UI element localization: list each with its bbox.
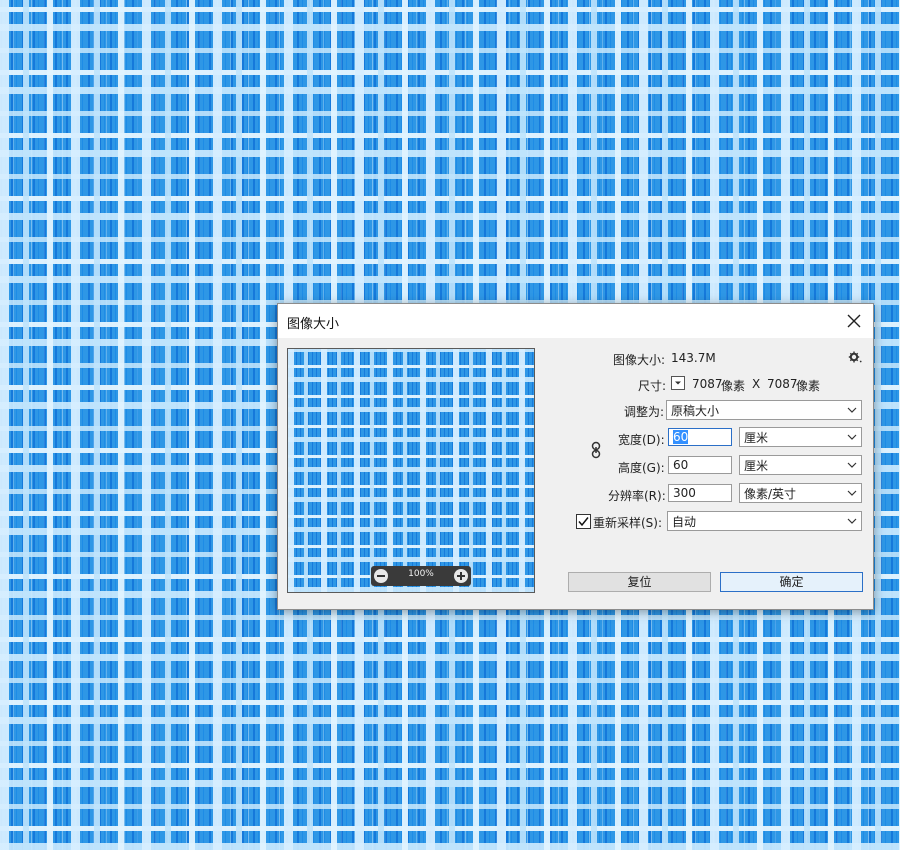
image-size-value: 143.7M [671, 351, 716, 365]
dimensions-width-unit: 像素 [721, 379, 746, 393]
fit-to-select[interactable]: 原稿大小 [666, 400, 862, 420]
close-button[interactable] [843, 310, 865, 332]
resample-value: 自动 [672, 515, 697, 529]
dimensions-height-unit: 像素 [796, 379, 821, 393]
chevron-down-icon [847, 490, 857, 496]
width-unit-select[interactable]: 厘米 [739, 427, 862, 447]
settings-button[interactable] [848, 350, 862, 364]
height-label: 高度(G): [618, 461, 665, 475]
link-chain-icon [591, 441, 601, 459]
height-value: 60 [673, 458, 689, 472]
constrain-proportions-button[interactable] [591, 441, 601, 459]
resample-label: 重新采样(S): [593, 516, 663, 530]
dimensions-label: 尺寸: [638, 379, 667, 393]
ok-button[interactable]: 确定 [720, 572, 863, 592]
resolution-label: 分辨率(R): [608, 489, 666, 503]
image-size-label: 图像大小: [613, 353, 666, 367]
resample-checkbox[interactable] [576, 514, 591, 529]
resample-select[interactable]: 自动 [667, 511, 862, 531]
chevron-down-icon [847, 462, 857, 468]
zoom-in-button[interactable] [454, 569, 468, 583]
preview-zoom-bar: 100% [371, 566, 471, 586]
dimensions-dropdown[interactable] [671, 376, 685, 390]
dialog-title: 图像大小 [287, 317, 340, 332]
chevron-down-icon [847, 434, 857, 440]
image-preview[interactable]: 100% [287, 348, 535, 593]
fit-to-label: 调整为: [624, 405, 665, 419]
height-unit-value: 厘米 [744, 459, 769, 473]
resolution-unit-value: 像素/英寸 [744, 487, 797, 501]
resolution-unit-select[interactable]: 像素/英寸 [739, 483, 862, 503]
height-input[interactable]: 60 [668, 456, 732, 474]
image-size-dialog: 图像大小 100% 图像大小: 143.7M 尺寸: 7087 像素 X 708… [277, 303, 874, 610]
height-unit-select[interactable]: 厘米 [739, 455, 862, 475]
width-label: 宽度(D): [618, 433, 665, 447]
checkmark-icon [578, 517, 589, 527]
dimensions-separator: X [752, 377, 761, 391]
chevron-down-icon [847, 518, 857, 524]
width-unit-value: 厘米 [744, 431, 769, 445]
chevron-down-icon [847, 407, 857, 413]
close-icon [847, 314, 861, 328]
dialog-titlebar: 图像大小 [278, 304, 873, 338]
resolution-value: 300 [673, 486, 696, 500]
resolution-input[interactable]: 300 [668, 484, 732, 502]
width-input[interactable]: 60 [668, 428, 732, 446]
dimensions-height: 7087 [767, 377, 798, 391]
fit-to-value: 原稿大小 [671, 404, 720, 418]
chevron-down-icon [675, 381, 681, 385]
dimensions-width: 7087 [692, 377, 723, 391]
reset-button[interactable]: 复位 [568, 572, 711, 592]
width-value: 60 [673, 430, 689, 444]
gear-icon [848, 351, 862, 363]
